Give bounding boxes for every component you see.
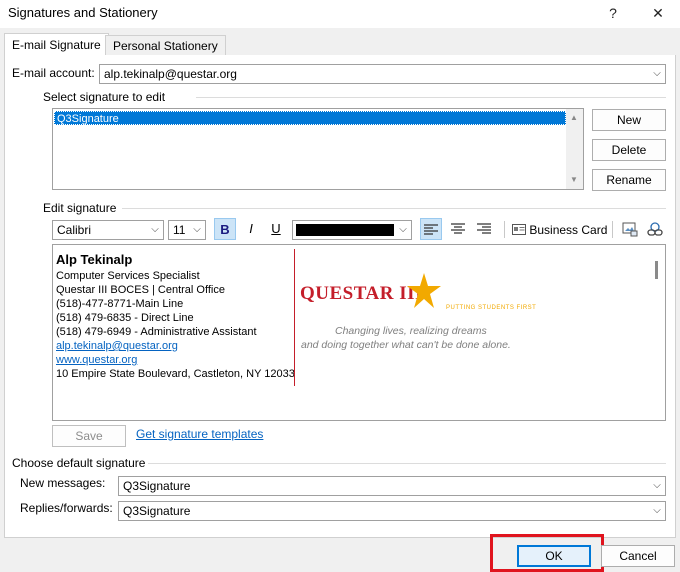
rename-signature-button[interactable]: Rename bbox=[592, 169, 666, 191]
tab-label: E-mail Signature bbox=[12, 38, 101, 52]
window-title: Signatures and Stationery bbox=[8, 5, 158, 20]
new-messages-value: Q3Signature bbox=[123, 479, 191, 493]
bold-button[interactable]: B bbox=[214, 218, 236, 240]
new-signature-button[interactable]: New bbox=[592, 109, 666, 131]
signature-line: Questar III BOCES | Central Office bbox=[56, 284, 225, 296]
tab-personal-stationery[interactable]: Personal Stationery bbox=[105, 35, 226, 56]
get-signature-templates-link[interactable]: Get signature templates bbox=[136, 427, 263, 441]
close-button[interactable]: ✕ bbox=[643, 3, 673, 23]
signature-editor[interactable]: Alp Tekinalp Computer Services Specialis… bbox=[52, 244, 666, 421]
chevron-down-icon[interactable]: ⌵ bbox=[394, 221, 411, 239]
align-right-button[interactable] bbox=[473, 218, 495, 240]
signature-address: 10 Empire State Boulevard, Castleton, NY… bbox=[56, 368, 295, 380]
font-family-value: Calibri bbox=[57, 223, 92, 237]
logo-star-icon bbox=[407, 273, 441, 308]
email-account-select[interactable]: alp.tekinalp@questar.org ⌵ bbox=[99, 64, 666, 84]
group-divider bbox=[122, 208, 666, 209]
questar-logo: QUESTAR III PUTTING STUDENTS FIRST bbox=[300, 273, 540, 315]
list-item[interactable]: Q3Signature bbox=[54, 111, 566, 125]
tagline-line-2: and doing together what can't be done al… bbox=[301, 339, 511, 351]
toolbar-separator bbox=[612, 221, 613, 238]
align-left-button[interactable] bbox=[420, 218, 442, 240]
scroll-up-icon[interactable]: ▲ bbox=[570, 113, 578, 122]
picture-icon bbox=[622, 222, 638, 237]
signature-line: (518) 479-6835 - Direct Line bbox=[56, 312, 194, 324]
email-account-label: E-mail account: bbox=[12, 66, 95, 80]
tagline-line-1: Changing lives, realizing dreams bbox=[335, 325, 487, 337]
signature-website-link[interactable]: www.questar.org bbox=[56, 353, 137, 367]
signature-list-scrollbar[interactable]: ▲ ▼ bbox=[566, 109, 583, 189]
font-size-select[interactable]: 11 ⌵ bbox=[168, 220, 206, 240]
tab-label: Personal Stationery bbox=[113, 39, 218, 53]
edit-signature-group-label: Edit signature bbox=[43, 201, 117, 215]
tab-email-signature[interactable]: E-mail Signature bbox=[4, 33, 109, 56]
logo-subtitle: PUTTING STUDENTS FIRST bbox=[446, 305, 537, 311]
font-size-value: 11 bbox=[173, 223, 186, 237]
replies-forwards-select[interactable]: Q3Signature ⌵ bbox=[118, 501, 666, 521]
signature-line: (518) 479-6949 - Administrative Assistan… bbox=[56, 326, 257, 338]
select-signature-group-label: Select signature to edit bbox=[43, 90, 166, 104]
business-card-icon bbox=[512, 224, 526, 235]
email-account-value: alp.tekinalp@questar.org bbox=[104, 67, 237, 81]
save-button[interactable]: Save bbox=[52, 425, 126, 447]
scroll-thumb[interactable] bbox=[655, 261, 658, 279]
chevron-down-icon[interactable]: ⌵ bbox=[648, 477, 665, 495]
default-signature-group-label: Choose default signature bbox=[12, 456, 146, 470]
align-center-icon bbox=[451, 223, 465, 234]
font-color-select[interactable]: ⌵ bbox=[292, 220, 412, 240]
chevron-down-icon[interactable]: ⌵ bbox=[188, 221, 205, 239]
signature-divider bbox=[294, 249, 295, 386]
align-right-icon bbox=[477, 223, 491, 234]
signature-line: Computer Services Specialist bbox=[56, 270, 200, 282]
signature-email-link[interactable]: alp.tekinalp@questar.org bbox=[56, 339, 178, 353]
font-color-swatch bbox=[296, 224, 394, 236]
replies-forwards-value: Q3Signature bbox=[123, 504, 191, 518]
italic-button[interactable]: I bbox=[240, 218, 262, 240]
business-card-label: Business Card bbox=[529, 223, 608, 237]
group-divider bbox=[148, 463, 666, 464]
logo-wordmark: QUESTAR III bbox=[300, 283, 423, 304]
font-family-select[interactable]: Calibri ⌵ bbox=[52, 220, 164, 240]
signature-list[interactable]: Q3Signature ▲ ▼ bbox=[52, 108, 584, 190]
scroll-down-icon[interactable]: ▼ bbox=[570, 175, 578, 184]
editor-scrollbar[interactable] bbox=[649, 245, 665, 420]
delete-signature-button[interactable]: Delete bbox=[592, 139, 666, 161]
new-messages-select[interactable]: Q3Signature ⌵ bbox=[118, 476, 666, 496]
new-messages-label: New messages: bbox=[20, 476, 106, 490]
chevron-down-icon[interactable]: ⌵ bbox=[648, 65, 665, 83]
toolbar-separator bbox=[504, 221, 505, 238]
cancel-button[interactable]: Cancel bbox=[601, 545, 675, 567]
underline-button[interactable]: U bbox=[265, 218, 287, 240]
insert-picture-button[interactable] bbox=[619, 218, 641, 240]
chevron-down-icon[interactable]: ⌵ bbox=[146, 221, 163, 239]
help-button[interactable]: ? bbox=[598, 3, 628, 23]
insert-hyperlink-button[interactable] bbox=[644, 218, 666, 240]
signature-name: Alp Tekinalp bbox=[56, 252, 133, 267]
business-card-button[interactable]: Business Card bbox=[512, 220, 607, 240]
ok-button[interactable]: OK bbox=[517, 545, 591, 567]
chevron-down-icon[interactable]: ⌵ bbox=[648, 502, 665, 520]
replies-forwards-label: Replies/forwards: bbox=[20, 501, 113, 515]
align-left-icon bbox=[424, 224, 438, 235]
hyperlink-icon bbox=[647, 222, 663, 236]
align-center-button[interactable] bbox=[447, 218, 469, 240]
signature-line: (518)-477-8771-Main Line bbox=[56, 298, 184, 310]
group-divider bbox=[196, 97, 666, 98]
